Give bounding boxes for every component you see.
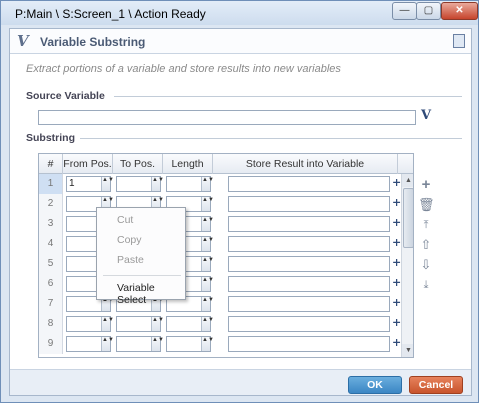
dialog-title: Variable Substring [40, 35, 146, 49]
row-number: 6 [39, 274, 63, 294]
col-header-from[interactable]: From Pos. [63, 154, 113, 174]
close-button[interactable]: ✕ [441, 2, 478, 20]
to-pos-stepper[interactable]: ▲▼ [116, 176, 164, 192]
spinner-arrows-icon[interactable]: ▲▼ [151, 177, 164, 191]
spinner-arrows-icon[interactable]: ▲▼ [151, 337, 164, 351]
from-pos-stepper[interactable]: ▲▼ [66, 316, 114, 332]
scroll-up-icon[interactable]: ▲ [402, 174, 413, 187]
v-logo-icon: V [17, 32, 29, 50]
table-row[interactable]: 4▲▼▲▼▲▼+V [39, 234, 410, 254]
store-variable-input[interactable] [228, 276, 390, 292]
spinner-arrows-icon[interactable]: ▲▼ [201, 177, 214, 191]
spinner-arrows-icon[interactable]: ▲▼ [101, 317, 114, 331]
spinner-arrows-icon[interactable]: ▲▼ [201, 297, 214, 311]
dialog-description: Extract portions of a variable and store… [26, 63, 341, 75]
store-variable-input[interactable] [228, 336, 390, 352]
maximize-button[interactable]: ▢ [416, 2, 441, 20]
delete-icon[interactable]: 🗑 [418, 197, 435, 213]
menu-item-variable-select[interactable]: Variable Select [117, 282, 185, 306]
source-variable-select-button[interactable]: V [418, 108, 434, 125]
minimize-button[interactable]: — [392, 2, 417, 20]
to-pos-stepper[interactable]: ▲▼ [116, 336, 164, 352]
table-row[interactable]: 7▲▼▲▼▲▼+V [39, 294, 410, 314]
spinner-arrows-icon[interactable]: ▲▼ [151, 317, 164, 331]
row-number: 5 [39, 254, 63, 274]
document-icon[interactable] [453, 34, 465, 48]
cancel-button[interactable]: Cancel [409, 376, 463, 394]
from-pos-stepper[interactable]: 1 ▲▼ [66, 176, 114, 192]
substring-label: Substring [26, 132, 75, 144]
scroll-down-icon[interactable]: ▼ [402, 344, 413, 357]
grid-scrollbar[interactable]: ▲ ▼ [401, 174, 413, 357]
row-number: 8 [39, 314, 63, 334]
col-header-store[interactable]: Store Result into Variable [213, 154, 398, 174]
table-row[interactable]: 8▲▼▲▼▲▼+V [39, 314, 410, 334]
to-pos-stepper[interactable]: ▲▼ [116, 316, 164, 332]
scroll-thumb[interactable] [403, 188, 413, 248]
dialog-footer: OK Cancel [10, 369, 471, 395]
length-pos-stepper[interactable]: ▲▼ [166, 316, 214, 332]
spinner-arrows-icon[interactable]: ▲▼ [201, 217, 214, 231]
substring-divider [80, 138, 462, 139]
store-variable-input[interactable] [228, 176, 390, 192]
length-pos-stepper[interactable]: ▲▼ [166, 176, 214, 192]
grid-header: # From Pos. To Pos. Length Store Result … [39, 154, 413, 174]
store-variable-input[interactable] [228, 256, 390, 272]
store-variable-input[interactable] [228, 216, 390, 232]
spinner-arrows-icon[interactable]: ▲▼ [101, 337, 114, 351]
table-row[interactable]: 3▲▼▲▼▲▼+V [39, 214, 410, 234]
row-number: 3 [39, 214, 63, 234]
menu-item-cut[interactable]: Cut [117, 214, 133, 226]
menu-separator [103, 275, 181, 276]
from-value: 1 [69, 178, 75, 189]
row-number: 9 [39, 334, 63, 354]
table-row[interactable]: 2▲▼▲▼▲▼+V [39, 194, 410, 214]
from-pos-stepper[interactable]: ▲▼ [66, 336, 114, 352]
store-variable-input[interactable] [228, 236, 390, 252]
add-icon[interactable]: + [418, 177, 434, 193]
store-variable-input[interactable] [228, 296, 390, 312]
length-pos-stepper[interactable]: ▲▼ [166, 336, 214, 352]
move-bottom-icon[interactable]: ⤓ [418, 277, 434, 293]
table-row[interactable]: 6▲▼▲▼▲▼+V [39, 274, 410, 294]
spinner-arrows-icon[interactable]: ▲▼ [201, 277, 214, 291]
col-header-to[interactable]: To Pos. [113, 154, 163, 174]
spinner-arrows-icon[interactable]: ▲▼ [201, 257, 214, 271]
spinner-arrows-icon[interactable]: ▲▼ [201, 337, 214, 351]
table-row[interactable]: 11▲▼▲▼▲▼+V [39, 174, 410, 194]
spinner-arrows-icon[interactable]: ▲▼ [101, 177, 114, 191]
dialog-header: V Variable Substring [10, 29, 471, 54]
table-row[interactable]: 9▲▼▲▼▲▼+V [39, 334, 410, 354]
dialog-window: P:Main \ S:Screen_1 \ Action Ready — ▢ ✕… [0, 0, 479, 403]
store-variable-input[interactable] [228, 196, 390, 212]
menu-item-copy[interactable]: Copy [117, 234, 142, 246]
col-header-length[interactable]: Length [163, 154, 213, 174]
source-variable-input[interactable] [38, 110, 416, 125]
row-number: 7 [39, 294, 63, 314]
ok-button[interactable]: OK [348, 376, 402, 394]
table-row[interactable]: 5▲▼▲▼▲▼+V [39, 254, 410, 274]
context-menu: Cut Copy Paste Variable Select [96, 207, 186, 306]
source-divider [114, 96, 462, 97]
row-number: 2 [39, 194, 63, 214]
substring-grid: # From Pos. To Pos. Length Store Result … [38, 153, 414, 358]
dialog-content: V Variable Substring Extract portions of… [9, 28, 472, 396]
window-title: P:Main \ S:Screen_1 \ Action Ready [15, 7, 206, 21]
source-variable-label: Source Variable [26, 90, 105, 102]
row-number: 4 [39, 234, 63, 254]
col-header-num[interactable]: # [39, 154, 63, 174]
row-number: 1 [39, 174, 63, 194]
store-variable-input[interactable] [228, 316, 390, 332]
move-down-icon[interactable]: ⇩ [418, 257, 434, 273]
move-top-icon[interactable]: ⤒ [418, 217, 434, 233]
menu-item-paste[interactable]: Paste [117, 254, 144, 266]
move-up-icon[interactable]: ⇧ [418, 237, 434, 253]
spinner-arrows-icon[interactable]: ▲▼ [201, 197, 214, 211]
spinner-arrows-icon[interactable]: ▲▼ [201, 317, 214, 331]
spinner-arrows-icon[interactable]: ▲▼ [201, 237, 214, 251]
title-bar[interactable]: P:Main \ S:Screen_1 \ Action Ready — ▢ ✕ [1, 1, 478, 25]
